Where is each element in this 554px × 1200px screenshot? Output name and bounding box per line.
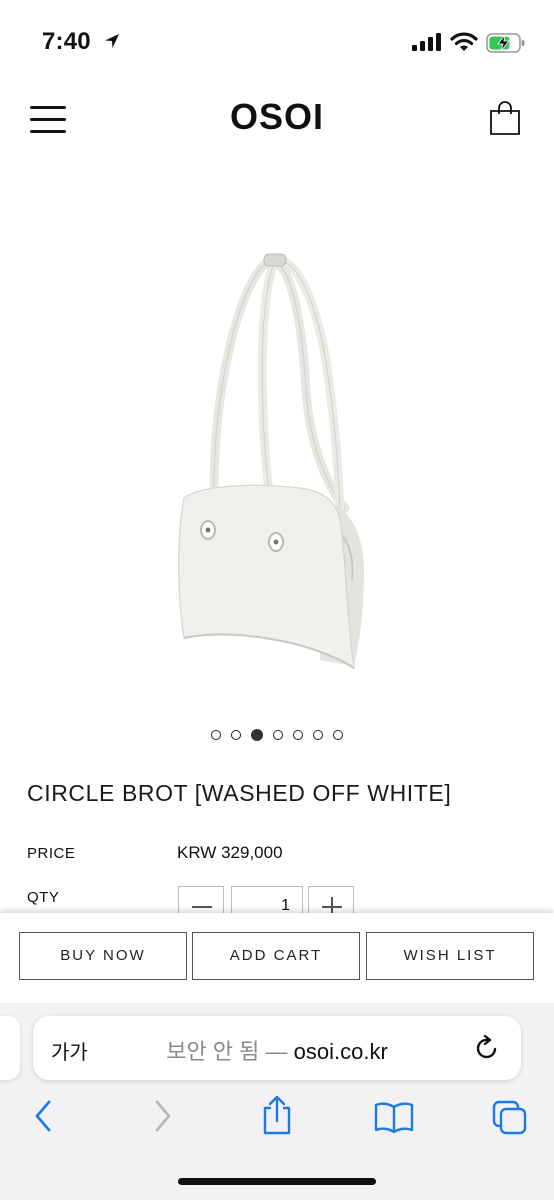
product-image[interactable] bbox=[140, 240, 420, 680]
home-indicator bbox=[178, 1178, 376, 1185]
previous-tab-preview[interactable] bbox=[0, 1016, 20, 1080]
carousel-dot[interactable] bbox=[293, 729, 303, 740]
purchase-action-bar: BUY NOW ADD CART WISH LIST bbox=[0, 913, 554, 1003]
carousel-dot[interactable] bbox=[313, 729, 323, 740]
add-cart-button[interactable]: ADD CART bbox=[192, 932, 360, 980]
cellular-signal-icon bbox=[412, 33, 441, 51]
url-host: osoi.co.kr bbox=[293, 1039, 388, 1064]
reload-icon[interactable] bbox=[473, 1034, 501, 1062]
back-icon[interactable] bbox=[32, 1098, 54, 1134]
buy-now-button[interactable]: BUY NOW bbox=[19, 932, 187, 980]
location-arrow-icon bbox=[105, 34, 119, 48]
bookmarks-icon[interactable] bbox=[374, 1100, 414, 1134]
status-bar: 7:40 bbox=[0, 0, 554, 80]
brand-logo[interactable]: OSOI bbox=[200, 96, 354, 138]
qty-label: QTY bbox=[27, 889, 60, 906]
price-label: PRICE bbox=[27, 845, 76, 862]
menu-icon[interactable] bbox=[30, 106, 68, 134]
status-time: 7:40 bbox=[42, 28, 91, 55]
shopping-bag-icon[interactable] bbox=[488, 100, 522, 136]
security-warning: 보안 안 됨 — bbox=[166, 1039, 288, 1064]
forward-icon[interactable] bbox=[152, 1098, 174, 1134]
price-value: KRW 329,000 bbox=[177, 843, 283, 862]
image-carousel-dots bbox=[0, 726, 554, 744]
carousel-dot[interactable] bbox=[211, 729, 221, 740]
carousel-dot[interactable] bbox=[251, 728, 263, 741]
carousel-dot[interactable] bbox=[273, 729, 283, 740]
tabs-icon[interactable] bbox=[492, 1100, 528, 1136]
carousel-dot[interactable] bbox=[231, 729, 241, 740]
product-title: CIRCLE BROT [WASHED OFF WHITE] bbox=[27, 780, 452, 806]
wifi-icon bbox=[450, 32, 478, 51]
url-display[interactable]: 보안 안 됨 — osoi.co.kr bbox=[33, 1034, 521, 1066]
wish-list-button[interactable]: WISH LIST bbox=[366, 932, 534, 980]
carousel-dot[interactable] bbox=[333, 729, 343, 740]
address-bar[interactable]: 가가 보안 안 됨 — osoi.co.kr bbox=[33, 1016, 521, 1080]
share-icon[interactable] bbox=[260, 1094, 294, 1136]
battery-charging-icon bbox=[486, 33, 525, 53]
